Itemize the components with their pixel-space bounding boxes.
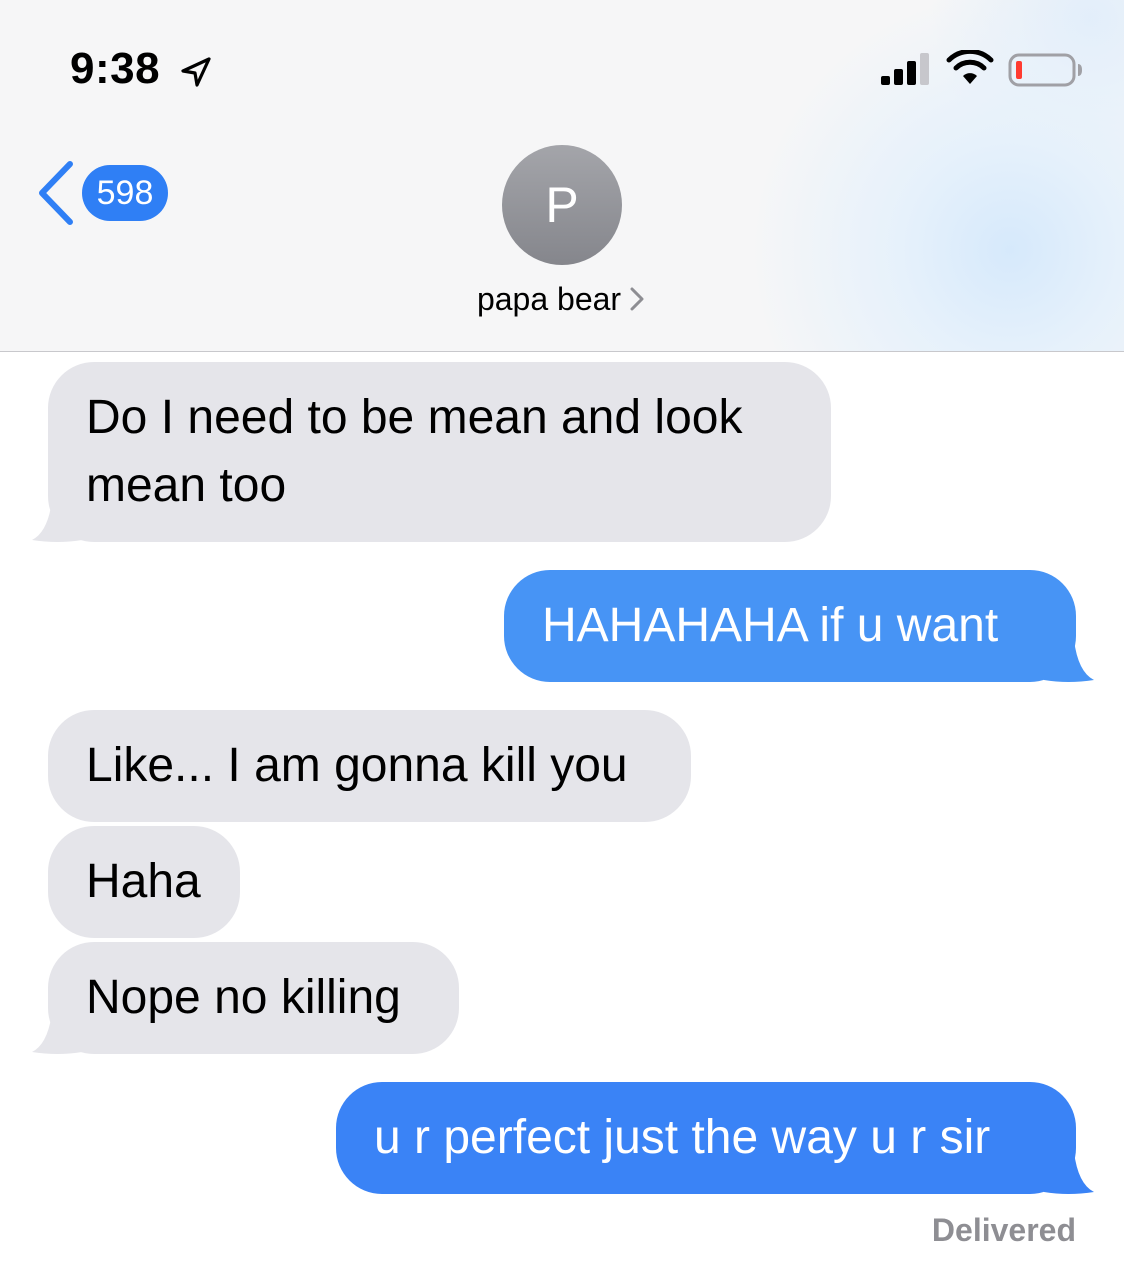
outgoing-message-bubble[interactable]: u r perfect just the way u r sir bbox=[336, 1082, 1076, 1194]
delivery-status: Delivered bbox=[931, 1212, 1076, 1248]
outgoing-message-bubble[interactable]: HAHAHAHA if u want bbox=[504, 570, 1076, 682]
incoming-message-bubble[interactable]: Do I need to be mean and look mean too bbox=[48, 362, 831, 542]
chevron-right-icon bbox=[630, 287, 644, 311]
back-button[interactable]: 598 bbox=[36, 160, 168, 226]
message-line: Do I need to be mean and look bbox=[86, 391, 743, 444]
cellular-signal-icon bbox=[881, 53, 929, 85]
chevron-left-icon bbox=[39, 161, 73, 225]
battery-low-icon bbox=[1008, 53, 1082, 87]
message-line: Nope no killing bbox=[86, 971, 401, 1024]
incoming-message-bubble[interactable]: Like... I am gonna kill you bbox=[48, 710, 691, 822]
outgoing-bubble-tail bbox=[1044, 640, 1094, 682]
incoming-bubble-tail bbox=[32, 500, 82, 542]
message-line: Haha bbox=[86, 855, 201, 908]
contact-name: papa bear bbox=[476, 281, 622, 317]
wifi-icon bbox=[946, 50, 994, 84]
contact-name-button[interactable]: papa bear bbox=[0, 281, 1124, 318]
location-arrow-icon bbox=[181, 57, 211, 87]
incoming-message-bubble[interactable]: Nope no killing bbox=[48, 942, 459, 1054]
message-line: u r perfect just the way u r sir bbox=[374, 1111, 991, 1164]
avatar-initial: P bbox=[545, 177, 579, 233]
status-time: 9:38 bbox=[70, 44, 161, 93]
message-line: HAHAHAHA if u want bbox=[542, 599, 999, 652]
message-line: Like... I am gonna kill you bbox=[86, 739, 628, 792]
outgoing-bubble-tail bbox=[1044, 1152, 1094, 1194]
message-line: mean too bbox=[86, 459, 287, 512]
incoming-message-bubble[interactable]: Haha bbox=[48, 826, 240, 938]
contact-avatar[interactable]: P bbox=[502, 145, 622, 265]
unread-count-badge: 598 bbox=[82, 165, 168, 221]
incoming-bubble-tail bbox=[32, 1012, 82, 1054]
conversation-header: 9:38 598 P papa bear bbox=[0, 0, 1124, 352]
